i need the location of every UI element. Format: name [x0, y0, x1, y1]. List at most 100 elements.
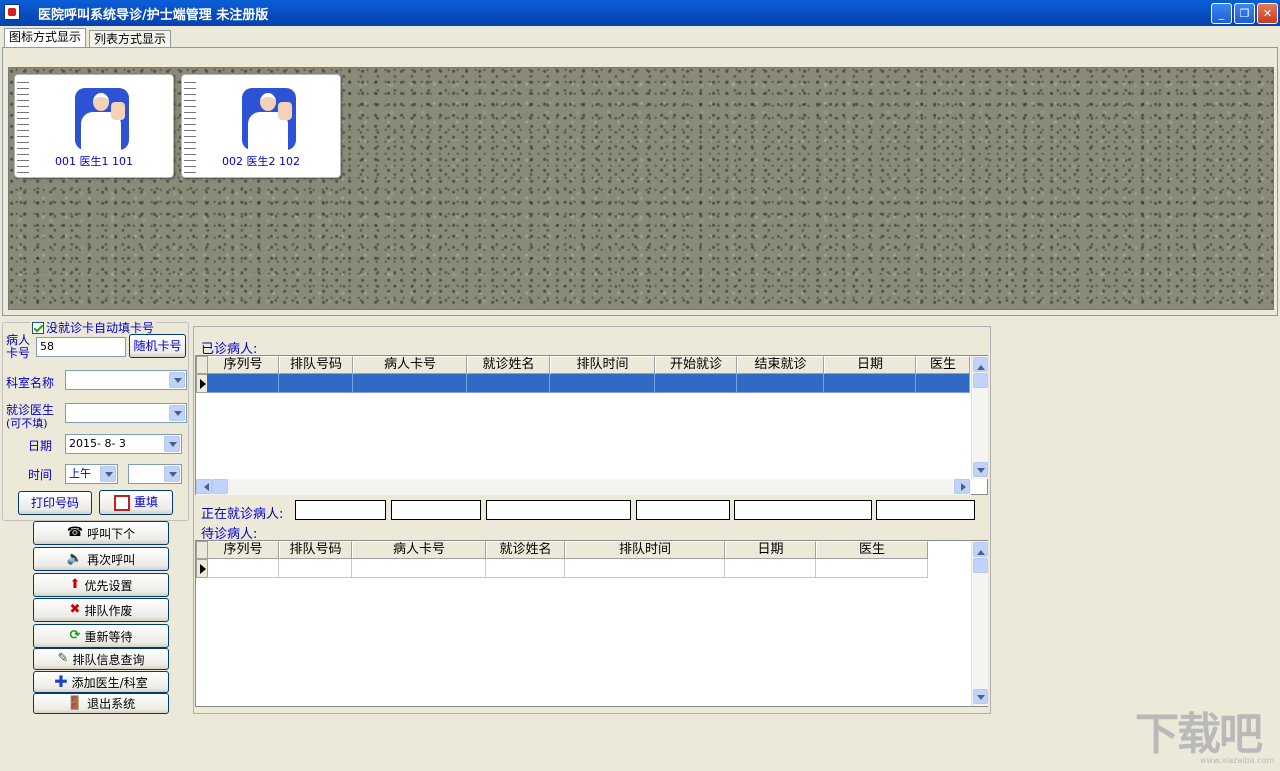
doctor-card-001[interactable]: 001 医生1 101 [14, 74, 174, 178]
table-cell[interactable] [207, 559, 279, 578]
doctor-label-line2: (可不填) [6, 417, 48, 430]
priority-label: 优先设置 [84, 578, 133, 593]
table-cell[interactable] [353, 374, 467, 393]
table-row[interactable] [207, 559, 928, 578]
table-cell[interactable] [550, 374, 655, 393]
col-name[interactable]: 就诊姓名 [486, 541, 565, 559]
visited-hscrollbar[interactable] [196, 479, 971, 495]
add-doctor-button[interactable]: ✚ 添加医生/科室 [33, 671, 169, 693]
date-value: 2015- 8- 3 [69, 437, 126, 450]
card-number-input[interactable]: 58 [36, 337, 126, 357]
waiting-vscrollbar[interactable] [971, 541, 988, 706]
scroll-up-icon[interactable] [973, 542, 988, 557]
close-button[interactable]: ✕ [1257, 3, 1278, 24]
reset-button-label: 重填 [133, 495, 158, 509]
scroll-thumb[interactable] [212, 479, 228, 494]
plus-icon: ✚ [54, 672, 68, 691]
col-doctor[interactable]: 医生 [816, 541, 928, 559]
table-cell[interactable] [824, 374, 916, 393]
tab-icon-view[interactable]: 图标方式显示 [4, 28, 87, 48]
visited-vscrollbar[interactable] [971, 356, 988, 479]
call-again-button[interactable]: 🔈 再次呼叫 [33, 547, 169, 571]
speaker-icon: 🔈 [66, 551, 84, 566]
doctor-card-002[interactable]: 002 医生2 102 [181, 74, 341, 178]
chevron-down-icon[interactable] [164, 436, 180, 452]
title-bar[interactable]: 医院呼叫系统导诊/护士端管理 未注册版 _ ❐ ✕ [0, 0, 1280, 26]
requeue-label: 重新等待 [84, 629, 133, 644]
col-queue-time[interactable]: 排队时间 [550, 356, 655, 374]
time-label: 时间 [28, 468, 53, 482]
cancel-queue-button[interactable]: ✖ 排队作废 [33, 598, 169, 622]
table-cell[interactable] [916, 374, 970, 393]
date-picker[interactable]: 2015- 8- 3 [65, 434, 182, 454]
print-number-button[interactable]: 打印号码 [18, 491, 92, 515]
table-cell[interactable] [352, 559, 486, 578]
table-cell[interactable] [737, 374, 824, 393]
current-field [734, 500, 872, 520]
checkbox-checked-icon[interactable] [32, 322, 44, 334]
table-cell[interactable] [725, 559, 816, 578]
card-label-line2: 卡号 [6, 346, 31, 360]
time-select[interactable] [128, 464, 182, 484]
table-cell[interactable] [816, 559, 928, 578]
table-cell[interactable] [279, 374, 353, 393]
random-card-button[interactable]: 随机卡号 [129, 334, 186, 358]
col-doctor[interactable]: 医生 [916, 356, 970, 374]
scroll-right-icon[interactable] [954, 479, 970, 494]
call-next-button[interactable]: ☎ 呼叫下个 [33, 521, 169, 545]
col-start[interactable]: 开始就诊 [655, 356, 737, 374]
table-row[interactable] [207, 374, 970, 393]
call-again-label: 再次呼叫 [87, 552, 136, 567]
scroll-up-icon[interactable] [973, 357, 988, 372]
col-queue-no[interactable]: 排队号码 [279, 356, 353, 374]
col-date[interactable]: 日期 [725, 541, 816, 559]
queue-query-button[interactable]: ✎ 排队信息查询 [33, 648, 169, 670]
chevron-down-icon[interactable] [164, 466, 180, 482]
visited-grid-header: 序列号 排队号码 病人卡号 就诊姓名 排队时间 开始就诊 结束就诊 日期 医生 [207, 356, 970, 374]
col-serial[interactable]: 序列号 [207, 541, 279, 559]
col-queue-no[interactable]: 排队号码 [279, 541, 352, 559]
col-card-no[interactable]: 病人卡号 [353, 356, 467, 374]
auto-fill-label: 没就诊卡自动填卡号 [46, 321, 155, 335]
grid-corner [196, 541, 208, 559]
minimize-button[interactable]: _ [1211, 3, 1232, 24]
table-cell[interactable] [655, 374, 737, 393]
chevron-down-icon[interactable] [100, 466, 116, 482]
table-cell[interactable] [207, 374, 279, 393]
reset-button[interactable]: 重填 [99, 490, 173, 515]
doctor-avatar-icon [75, 88, 129, 150]
doctor-select[interactable] [65, 403, 187, 423]
col-card-no[interactable]: 病人卡号 [352, 541, 486, 559]
x-icon: ✖ [69, 602, 81, 617]
form-icon [113, 494, 130, 511]
table-cell[interactable] [467, 374, 550, 393]
maximize-button[interactable]: ❐ [1234, 3, 1255, 24]
dept-label: 科室名称 [6, 376, 55, 390]
scroll-down-icon[interactable] [973, 462, 988, 477]
col-name[interactable]: 就诊姓名 [467, 356, 550, 374]
time-period-select[interactable]: 上午 [65, 464, 118, 484]
arrow-up-icon: ⬆ [69, 577, 81, 592]
waiting-grid-header: 序列号 排队号码 病人卡号 就诊姓名 排队时间 日期 医生 [207, 541, 928, 559]
chevron-down-icon[interactable] [169, 372, 185, 388]
requeue-button[interactable]: ⟳ 重新等待 [33, 624, 169, 648]
priority-button[interactable]: ⬆ 优先设置 [33, 573, 169, 597]
table-cell[interactable] [565, 559, 725, 578]
scroll-down-icon[interactable] [973, 689, 988, 704]
exit-button[interactable]: 🚪 退出系统 [33, 693, 169, 714]
chevron-down-icon[interactable] [169, 405, 185, 421]
col-end[interactable]: 结束就诊 [737, 356, 824, 374]
refresh-icon: ⟳ [69, 628, 81, 643]
col-serial[interactable]: 序列号 [207, 356, 279, 374]
add-doctor-label: 添加医生/科室 [71, 675, 148, 690]
cancel-queue-label: 排队作废 [84, 603, 133, 618]
col-queue-time[interactable]: 排队时间 [565, 541, 725, 559]
scroll-thumb[interactable] [973, 373, 988, 388]
scroll-left-icon[interactable] [196, 479, 212, 494]
table-cell[interactable] [486, 559, 565, 578]
col-date[interactable]: 日期 [824, 356, 916, 374]
tab-list-view[interactable]: 列表方式显示 [89, 30, 172, 48]
dept-select[interactable] [65, 370, 187, 390]
scroll-thumb[interactable] [973, 558, 988, 573]
table-cell[interactable] [279, 559, 352, 578]
